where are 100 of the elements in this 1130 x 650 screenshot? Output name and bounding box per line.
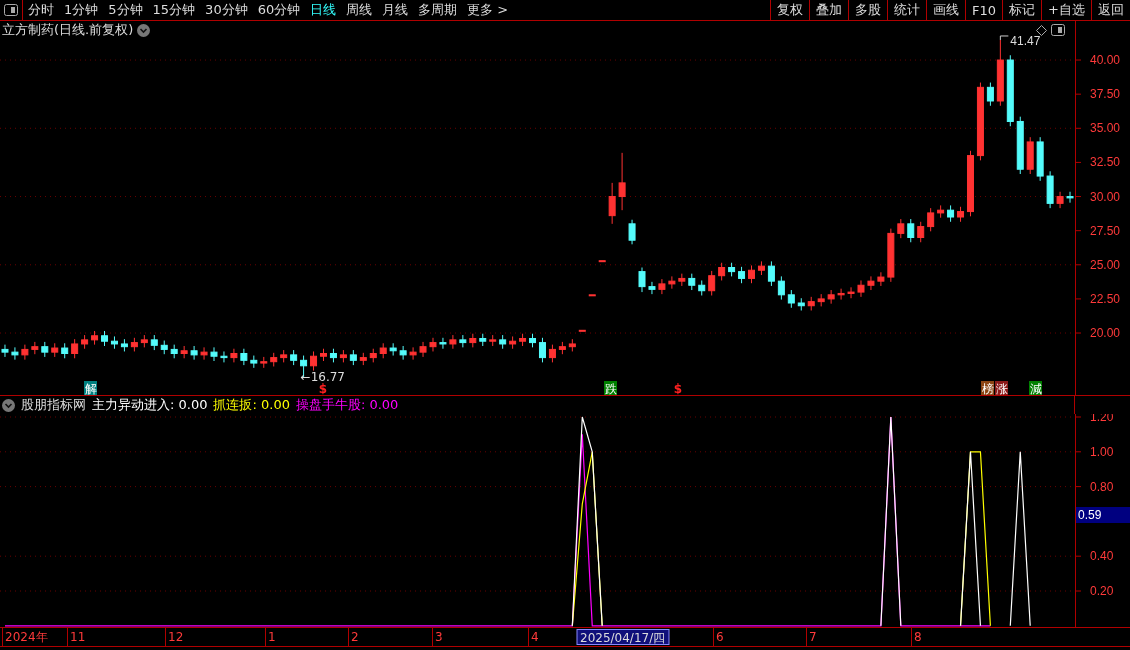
candle (887, 228, 895, 283)
candle (140, 334, 148, 348)
candle (907, 218, 915, 243)
candle (499, 334, 507, 350)
period-tab[interactable]: 月线 (382, 1, 409, 19)
axis-label: 37.50 (1090, 87, 1121, 102)
candle (41, 341, 49, 358)
date-label: 2 (351, 630, 359, 644)
candle (210, 346, 218, 362)
candle (31, 341, 39, 355)
candle (986, 82, 994, 107)
price-label: ←16.77 (300, 369, 345, 384)
candle (777, 275, 785, 301)
candle (698, 280, 706, 296)
signal-tag: 解 (84, 381, 97, 395)
candle (1056, 191, 1064, 209)
axis-label: 1.00 (1090, 444, 1114, 459)
signal-tag: 減 (1029, 381, 1042, 395)
candle (320, 348, 327, 362)
period-tab[interactable]: 30分钟 (205, 1, 248, 19)
candle (1026, 136, 1034, 175)
candle (817, 293, 825, 307)
candle (180, 345, 188, 359)
candle (61, 342, 69, 359)
candle (449, 334, 457, 350)
candle (728, 262, 736, 277)
candle (539, 337, 546, 363)
period-tab[interactable]: 日线 (310, 1, 337, 19)
candle (738, 266, 746, 284)
candle (678, 273, 686, 287)
candle (310, 350, 318, 372)
candle (339, 349, 347, 363)
candle (857, 280, 865, 298)
candle (130, 337, 138, 352)
signal-tag: 跌 (604, 381, 617, 395)
period-tab[interactable]: 60分钟 (257, 1, 301, 19)
candle (648, 281, 656, 295)
candle (628, 219, 636, 245)
period-tab[interactable]: 多周期 (418, 1, 458, 19)
period-tab[interactable]: 1分钟 (64, 1, 99, 19)
date-label: 8 (914, 630, 922, 644)
candle (220, 350, 228, 363)
candle (1016, 116, 1024, 175)
candle (837, 288, 845, 301)
indicator-name: 股朋指标网 (21, 396, 86, 414)
candle (439, 337, 447, 350)
period-tab[interactable]: 周线 (346, 1, 373, 19)
candle (608, 182, 616, 225)
axis-label: 40.00 (1090, 53, 1121, 68)
candle (787, 289, 795, 309)
candle (957, 206, 965, 223)
date-label: 3 (435, 630, 443, 644)
candle (230, 348, 238, 363)
candle (349, 349, 357, 366)
price-label: 41.47 (1010, 33, 1041, 48)
candle (71, 338, 79, 359)
candle (160, 340, 168, 355)
candle (419, 341, 427, 358)
candle (807, 296, 815, 311)
axis-label: 0.40 (1090, 549, 1114, 564)
period-tab[interactable]: 15分钟 (152, 1, 196, 19)
candle (748, 264, 755, 284)
candle (369, 348, 377, 363)
candle (51, 342, 59, 358)
candle (1036, 136, 1044, 182)
date-label: 12 (168, 630, 184, 644)
date-label: 1 (268, 630, 276, 644)
chevron-down-icon[interactable] (137, 23, 151, 37)
candle (548, 344, 556, 363)
indicator-readout: 抓连扳: 0.00 (213, 396, 290, 414)
candle (668, 275, 676, 290)
axis-label: 25.00 (1090, 257, 1121, 272)
value-readout: 0.59 (1076, 507, 1130, 523)
axis-label: 0.80 (1090, 479, 1114, 494)
diamond-icon[interactable] (1036, 24, 1047, 36)
date-label: 7 (809, 630, 817, 644)
candle (1046, 170, 1054, 209)
chevron-down-icon[interactable] (2, 398, 15, 412)
panel-toggle-icon[interactable] (4, 4, 18, 16)
candle (598, 260, 606, 263)
candle (847, 286, 855, 299)
period-tab[interactable]: 更多 > (467, 1, 509, 19)
candle (638, 267, 646, 293)
candle (927, 207, 935, 232)
candle (250, 355, 258, 369)
period-tab[interactable]: 5分钟 (108, 1, 143, 19)
candle (618, 152, 626, 211)
candle (280, 349, 288, 363)
candle (658, 278, 666, 295)
candle (568, 338, 576, 352)
candle (489, 334, 497, 347)
candle (718, 262, 726, 281)
panel-icon[interactable] (1051, 24, 1065, 36)
axis-label: 20.00 (1090, 326, 1121, 341)
axis-label: 35.00 (1090, 121, 1121, 136)
candle (290, 349, 298, 366)
period-tab[interactable]: 分时 (28, 1, 54, 19)
candle (200, 346, 208, 361)
candle (917, 221, 925, 243)
candle (509, 335, 517, 350)
